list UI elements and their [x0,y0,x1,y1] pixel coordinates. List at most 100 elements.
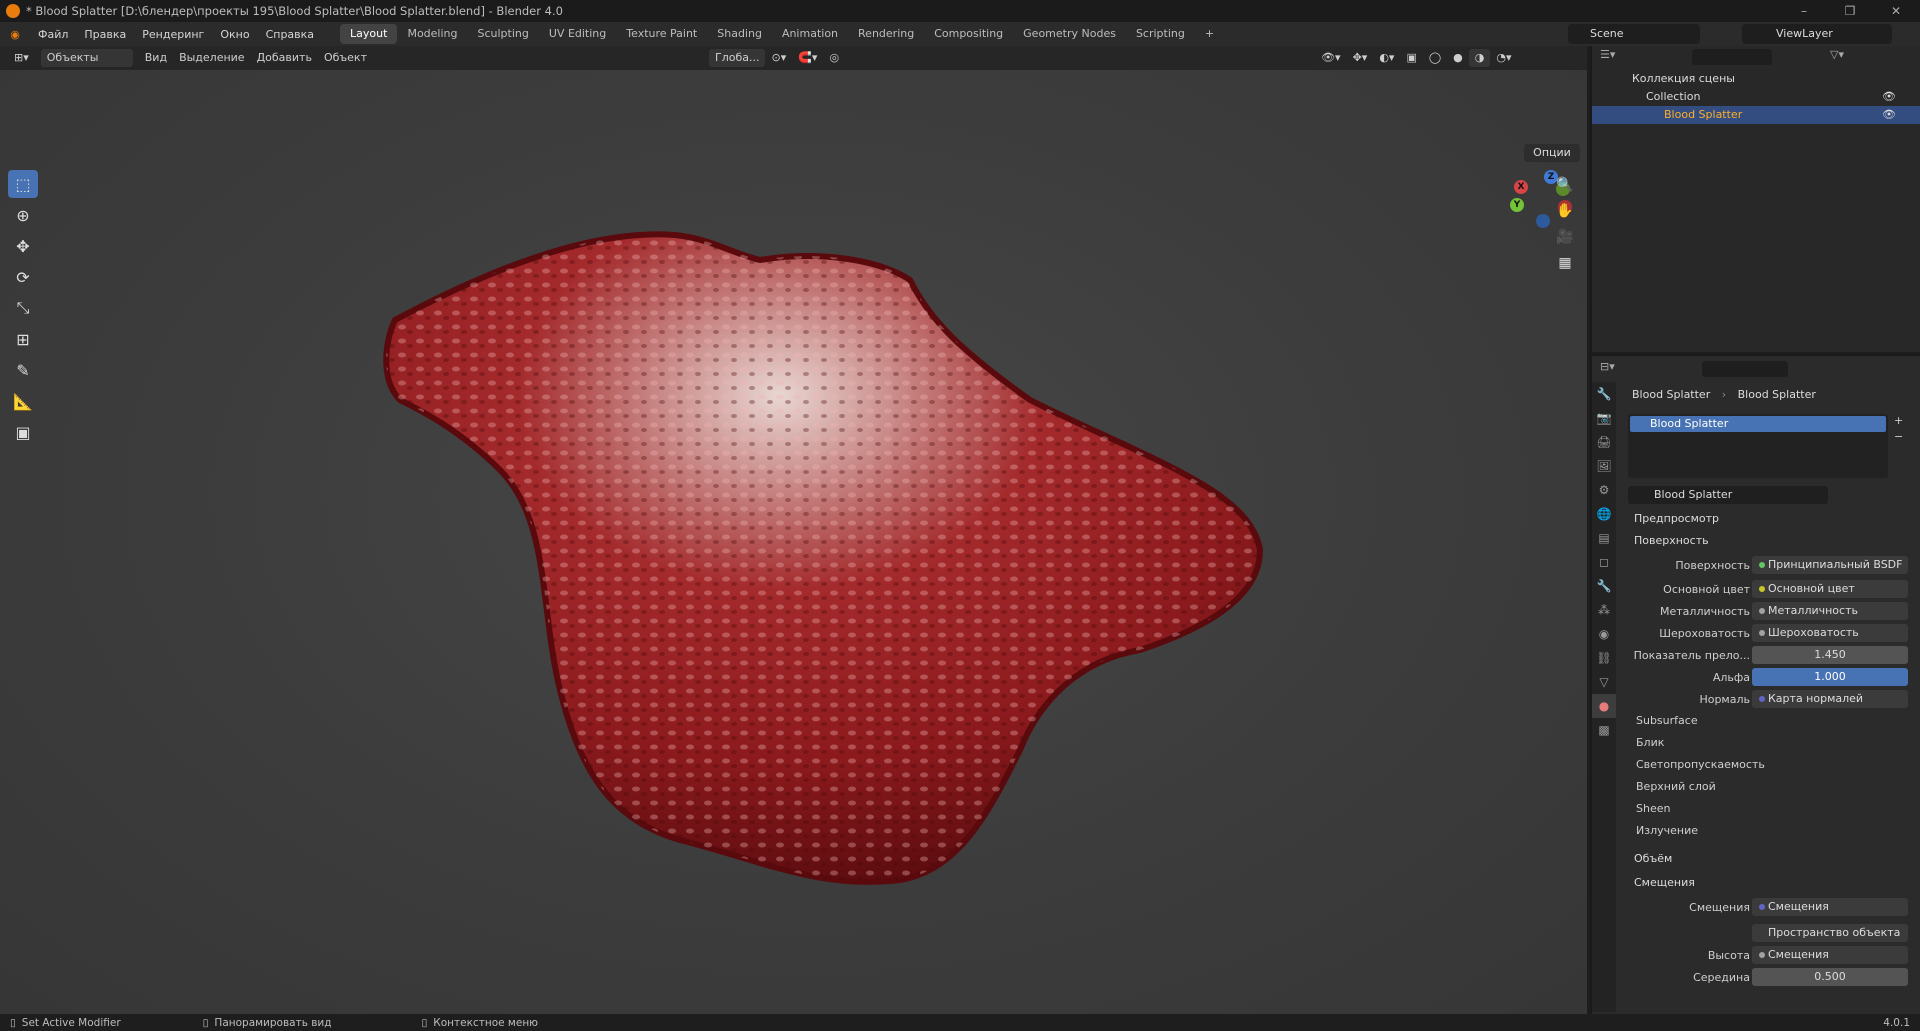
subsection-subsurface[interactable]: Subsurface [1636,710,1698,732]
add-slot-icon[interactable]: + [1894,414,1903,427]
menu-view[interactable]: Вид [139,49,173,67]
gizmo-toggle-icon[interactable]: ✥▾ [1347,49,1374,67]
measure-icon[interactable]: 📐 [8,387,38,415]
outliner-scene-collection[interactable]: Коллекция сцены [1592,70,1920,88]
material-tab-icon[interactable]: ● [1592,694,1616,718]
tab-texture-paint[interactable]: Texture Paint [616,24,707,44]
gizmo-neg-z[interactable] [1536,214,1550,228]
3d-viewport[interactable]: ⬚ ⊕ ✥ ⟳ ⤡ ⊞ ✎ 📐 ▣ Опции Z X Y 🔍 ✋ 🎥 ▦ [0,70,1587,1014]
normal-field[interactable]: Карта нормалей [1752,690,1908,708]
tab-animation[interactable]: Animation [772,24,848,44]
material-slot[interactable]: Blood Splatter [1630,416,1886,432]
outliner-collection[interactable]: Collection [1592,88,1920,106]
add-workspace-button[interactable]: + [1195,24,1224,44]
section-preview[interactable]: Предпросмотр [1620,508,1920,530]
subsection-transmission[interactable]: Светопропускаемость [1636,754,1765,776]
wireframe-shading-icon[interactable]: ◯ [1423,49,1447,67]
collection-eye-icon[interactable]: 👁 [1882,90,1896,103]
tab-uv-editing[interactable]: UV Editing [539,24,616,44]
material-name-field[interactable]: Blood Splatter [1628,486,1828,504]
annotate-icon[interactable]: ✎ [8,356,38,384]
pivot-icon[interactable]: ⊙▾ [765,49,792,67]
zoom-icon[interactable]: 🔍 [1554,174,1576,196]
editor-type-icon[interactable]: ⊞▾ [8,49,35,67]
subsection-specular[interactable]: Блик [1636,732,1664,754]
minimize-button[interactable]: – [1784,0,1824,22]
select-box-icon[interactable]: ⬚ [8,170,38,198]
section-volume[interactable]: Объём [1620,848,1920,870]
remove-slot-icon[interactable]: − [1894,430,1903,443]
base-color-field[interactable]: Основной цвет [1752,580,1908,598]
filter-icon[interactable]: ▽▾ [1830,48,1844,61]
cursor-icon[interactable]: ⊕ [8,201,38,229]
gizmo-x-axis[interactable]: X [1514,180,1528,194]
gizmo-y-axis[interactable]: Y [1510,198,1524,212]
properties-editor-icon[interactable]: ⊟▾ [1600,360,1615,373]
ior-field[interactable]: 1.450 [1752,646,1908,664]
render-tab-icon[interactable]: 📷 [1592,406,1616,430]
tab-scripting[interactable]: Scripting [1126,24,1195,44]
options-dropdown[interactable]: Опции [1524,144,1580,162]
output-tab-icon[interactable]: 🖨 [1592,430,1616,454]
outliner-editor-icon[interactable]: ☰▾ [1600,48,1615,61]
texture-tab-icon[interactable]: ▩ [1592,718,1616,742]
tab-shading[interactable]: Shading [707,24,772,44]
properties-search-input[interactable] [1702,361,1788,377]
transform-icon[interactable]: ⊞ [8,325,38,353]
close-button[interactable]: ✕ [1876,0,1916,22]
physics-tab-icon[interactable]: ◉ [1592,622,1616,646]
alpha-field[interactable]: 1.000 [1752,668,1908,686]
overlay-toggle-icon[interactable]: ◐▾ [1373,49,1400,67]
tab-compositing[interactable]: Compositing [924,24,1013,44]
scene-tab-icon[interactable]: ⚙ [1592,478,1616,502]
displacement-field[interactable]: Смещения [1752,898,1908,916]
rotate-icon[interactable]: ⟳ [8,263,38,291]
height-field[interactable]: Смещения [1752,946,1908,964]
midlevel-field[interactable]: 0.500 [1752,968,1908,986]
menu-help[interactable]: Справка [258,28,322,41]
mode-selector[interactable]: Объекты [40,49,133,67]
menu-edit[interactable]: Правка [76,28,134,41]
object-tab-icon[interactable]: ◻ [1592,550,1616,574]
subsection-sheen[interactable]: Sheen [1636,798,1670,820]
menu-render[interactable]: Рендеринг [134,28,212,41]
data-tab-icon[interactable]: ▽ [1592,670,1616,694]
menu-add[interactable]: Добавить [251,49,318,67]
material-shading-icon[interactable]: ◑ [1468,49,1491,67]
subsection-coat[interactable]: Верхний слой [1636,776,1716,798]
tool-tab-icon[interactable]: 🔧 [1592,382,1616,406]
surface-shader-field[interactable]: Принципиальный BSDF [1752,556,1908,574]
solid-shading-icon[interactable]: ● [1447,49,1469,67]
tab-rendering[interactable]: Rendering [848,24,924,44]
visibility-icon[interactable]: 👁▾ [1315,49,1347,67]
view-layer-tab-icon[interactable]: 🖼 [1592,454,1616,478]
world-tab-icon[interactable]: 🌐 [1592,502,1616,526]
subsection-emission[interactable]: Излучение [1636,820,1698,842]
add-cube-icon[interactable]: ▣ [8,418,38,446]
section-displacement[interactable]: Смещения [1620,872,1920,894]
tab-layout[interactable]: Layout [340,24,398,44]
xray-icon[interactable]: ▣ [1400,49,1422,67]
tab-geometry-nodes[interactable]: Geometry Nodes [1013,24,1126,44]
tab-sculpting[interactable]: Sculpting [468,24,539,44]
eye-icon[interactable]: 👁 [1882,108,1896,121]
maximize-button[interactable]: ❐ [1830,0,1870,22]
move-icon[interactable]: ✥ [8,232,38,260]
blender-menu-icon[interactable]: ◉ [0,28,30,41]
view-layer-selector[interactable]: ViewLayer [1742,24,1892,44]
particles-tab-icon[interactable]: ⁂ [1592,598,1616,622]
rendered-shading-icon[interactable]: ◔▾ [1490,49,1517,67]
metallic-field[interactable]: Металличность [1752,602,1908,620]
menu-window[interactable]: Окно [212,28,257,41]
space-dropdown[interactable]: Пространство объекта [1752,924,1908,942]
section-surface[interactable]: Поверхность [1620,530,1920,552]
camera-view-icon[interactable]: 🎥 [1554,226,1576,248]
outliner-search-input[interactable] [1692,49,1772,65]
modifier-tab-icon[interactable]: 🔧 [1592,574,1616,598]
pan-hand-icon[interactable]: ✋ [1554,200,1576,222]
ortho-grid-icon[interactable]: ▦ [1554,252,1576,274]
collection-tab-icon[interactable]: ▤ [1592,526,1616,550]
snap-icon[interactable]: 🧲▾ [792,49,823,67]
menu-object[interactable]: Объект [318,49,373,67]
scale-icon[interactable]: ⤡ [8,294,38,322]
